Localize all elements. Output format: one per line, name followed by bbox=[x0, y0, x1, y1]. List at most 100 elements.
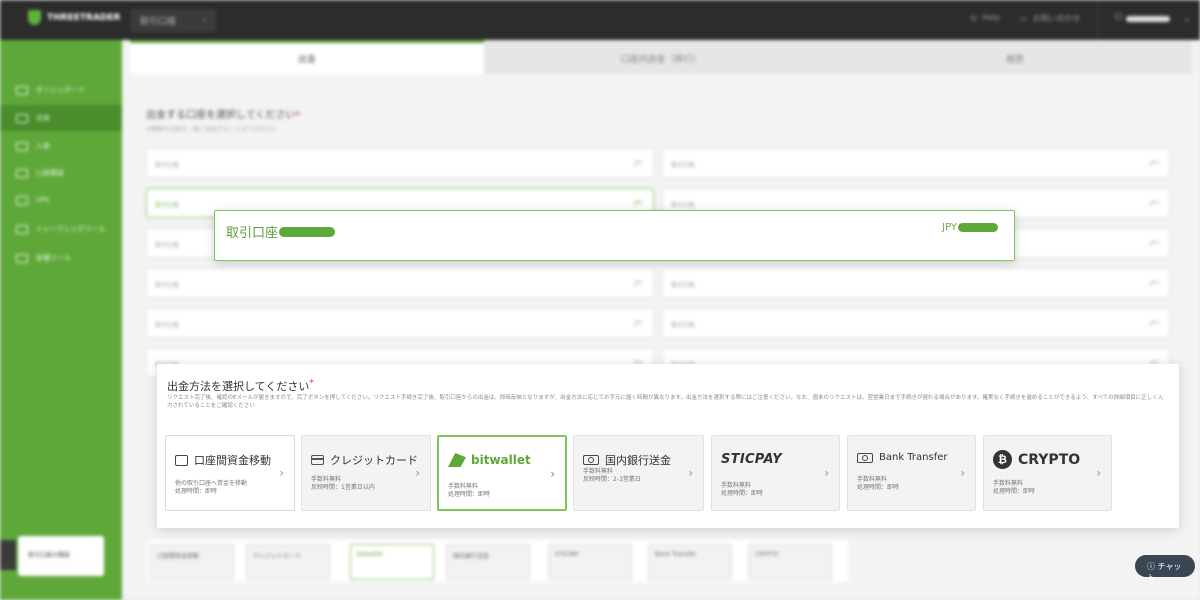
account-option[interactable]: 取引口座 JPY bbox=[146, 268, 654, 298]
sidebar-item-label: トレーディングツール bbox=[36, 225, 106, 233]
users-icon bbox=[16, 168, 28, 178]
method-details: 手数料無料 処理時間：即時 bbox=[448, 483, 490, 499]
method-details: 手数料無料 反映時間：1営業日以内 bbox=[311, 476, 375, 492]
account-option-name: 取引口座 bbox=[671, 162, 696, 169]
withdraw-icon bbox=[16, 113, 28, 123]
account-section-sub: ※複数の口座を一度に出金することはできません bbox=[146, 126, 277, 133]
account-option[interactable]: 取引口座 JPY bbox=[146, 148, 654, 178]
account-select[interactable]: 取引口座 ⌄ bbox=[130, 9, 216, 32]
tab-history[interactable]: 履歴 bbox=[838, 40, 1192, 74]
contact-link[interactable]: ▭ お問い合わせ bbox=[1020, 13, 1081, 24]
masked-account-number bbox=[279, 226, 336, 237]
account-option-currency: JPY bbox=[634, 320, 643, 327]
chevron-right-icon: › bbox=[688, 466, 693, 480]
method-header: Bank Transfer bbox=[857, 452, 948, 463]
tab-withdraw[interactable]: 出金 bbox=[130, 40, 484, 74]
sidebar-item-withdraw[interactable]: 出金 bbox=[0, 105, 122, 131]
bank-bill-icon bbox=[857, 452, 873, 463]
method-section-title-text: 出金方法を選択してください bbox=[167, 380, 310, 393]
sidebar-item-vps[interactable]: VPS bbox=[0, 187, 122, 213]
bg-method-card: Bank Transfer bbox=[648, 544, 732, 580]
brand-logo[interactable]: THREETRADER bbox=[28, 10, 120, 25]
tab-internal-transfer[interactable]: 口座内送金（移行） bbox=[484, 40, 838, 74]
bitcoin-icon: ₿ bbox=[993, 450, 1012, 469]
bitwallet-logo: bitwallet bbox=[448, 453, 531, 467]
method-details: 手数料無料 処理時間：即時 bbox=[721, 482, 763, 498]
chevron-right-icon: › bbox=[550, 467, 555, 481]
method-credit-card[interactable]: クレジットカード 手数料無料 反映時間：1営業日以内 › bbox=[301, 435, 431, 511]
account-option-currency: JPY bbox=[634, 280, 643, 287]
method-name: CRYPTO bbox=[1018, 451, 1081, 468]
account-option[interactable]: 取引口座 JPY bbox=[662, 268, 1170, 298]
method-sticpay[interactable]: STICPAY 手数料無料 処理時間：即時 › bbox=[711, 435, 840, 511]
brand-name: THREETRADER bbox=[47, 12, 121, 23]
tab-bar: 出金 口座内送金（移行） 履歴 bbox=[130, 40, 1192, 74]
chevron-down-icon: ⌄ bbox=[1183, 14, 1190, 23]
method-detail-line: 他の取引口座へ資金を移動 bbox=[175, 480, 248, 487]
account-option-name: 取引口座 bbox=[671, 202, 696, 209]
account-option[interactable]: 取引口座 JPY bbox=[662, 308, 1170, 338]
method-detail-line: 処理時間：即時 bbox=[721, 490, 764, 497]
dashboard-icon bbox=[16, 85, 28, 95]
method-bank-transfer[interactable]: Bank Transfer 手数料無料 処理時間：即時 › bbox=[847, 435, 976, 511]
method-details: 手数料無料 処理時間：即時 bbox=[993, 480, 1035, 496]
method-name: 国内銀行送金 bbox=[605, 454, 671, 467]
method-internal-transfer[interactable]: 口座間資金移動 他の取引口座へ資金を移動 処理時間：即時 › bbox=[165, 435, 295, 511]
account-option-name: 取引口座 bbox=[155, 202, 180, 209]
method-header: 口座間資金移動 bbox=[175, 452, 271, 468]
method-details: 手数料無料 処理時間：即時 bbox=[857, 476, 899, 492]
method-domestic-bank[interactable]: 国内銀行送金 手数料無料 反映時間：2-3営業日 › bbox=[573, 435, 704, 511]
bg-method-card: 口座間資金移動 bbox=[150, 544, 234, 580]
chevron-right-icon: › bbox=[960, 466, 965, 480]
bg-method-card: 国内銀行送金 bbox=[446, 544, 530, 580]
sidebar-item-label: 出金 bbox=[36, 114, 50, 122]
account-option-currency: JPY bbox=[1150, 320, 1159, 327]
sidebar-item-dashboard[interactable]: ダッシュボード bbox=[0, 77, 122, 103]
method-section-description: リクエスト完了後、確認のEメールが届きますので、完了ボタンを押してください。リク… bbox=[167, 395, 1164, 409]
bg-method-card: クレジットカード bbox=[246, 544, 330, 580]
user-menu[interactable]: ⚇ ⌄ bbox=[1097, 0, 1200, 40]
sidebar-item-deposit[interactable]: 入金 bbox=[0, 133, 122, 159]
account-option-currency: JPY bbox=[1150, 200, 1159, 207]
sidebar-item-open-account[interactable]: 口座開設 bbox=[0, 160, 122, 186]
method-detail-line: 処理時間：即時 bbox=[857, 484, 900, 491]
bitwallet-icon bbox=[448, 453, 466, 467]
chat-help-button[interactable]: ⓘ チャット bbox=[1135, 555, 1195, 582]
background-method-row: 口座間資金移動 クレジットカード bitwallet 国内銀行送金 STICPA… bbox=[148, 540, 848, 582]
sidebar-card-icon bbox=[0, 540, 16, 570]
method-header: クレジットカード bbox=[311, 452, 418, 468]
method-details: 手数料無料 反映時間：2-3営業日 bbox=[583, 468, 641, 484]
deposit-icon bbox=[16, 141, 28, 151]
account-option-name: 取引口座 bbox=[671, 282, 696, 289]
sidebar-item-label: 各種ツール bbox=[36, 254, 71, 262]
selected-account-card[interactable]: 取引口座 JPY bbox=[214, 210, 1015, 261]
method-crypto[interactable]: ₿ CRYPTO 手数料無料 処理時間：即時 › bbox=[983, 435, 1112, 511]
method-detail-line: 処理時間：即時 bbox=[175, 488, 218, 495]
chat-icon: ▭ bbox=[1020, 14, 1028, 23]
open-account-card[interactable]: 取引口座の開設 bbox=[18, 536, 104, 576]
required-mark: * bbox=[309, 378, 314, 389]
method-detail-line: 反映時間：2-3営業日 bbox=[583, 476, 641, 483]
bg-method-card: CRYPTO bbox=[748, 544, 832, 580]
account-option-currency: JPY bbox=[634, 160, 643, 167]
account-option[interactable]: 取引口座 JPY bbox=[662, 148, 1170, 178]
globe-icon: ◎ bbox=[970, 13, 977, 22]
help-link[interactable]: ◎ Help bbox=[970, 13, 1000, 22]
chevron-down-icon: ⌄ bbox=[201, 14, 208, 23]
account-option-currency: JPY bbox=[1150, 280, 1159, 287]
method-detail-line: 手数料無料 bbox=[993, 480, 1024, 487]
method-bitwallet[interactable]: bitwallet 手数料無料 処理時間：即時 › bbox=[437, 435, 567, 511]
method-header: bitwallet bbox=[448, 453, 531, 467]
contact-link-label: お問い合わせ bbox=[1032, 14, 1081, 23]
sidebar-item-label: ダッシュボード bbox=[36, 86, 85, 94]
monitor-icon bbox=[16, 224, 28, 234]
account-option[interactable]: 取引口座 JPY bbox=[146, 308, 654, 338]
method-header: 国内銀行送金 bbox=[583, 452, 671, 468]
required-mark: * bbox=[295, 110, 301, 121]
shield-logo-icon bbox=[28, 10, 41, 25]
sidebar-item-trading-tools[interactable]: トレーディングツール bbox=[0, 216, 122, 242]
sidebar-item-tools[interactable]: 各種ツール bbox=[0, 245, 122, 271]
user-name-masked bbox=[1126, 16, 1170, 22]
top-bar: THREETRADER 取引口座 ⌄ ◎ Help ▭ お問い合わせ ⚇ ⌄ bbox=[0, 0, 1200, 40]
method-name: 口座間資金移動 bbox=[194, 454, 271, 467]
